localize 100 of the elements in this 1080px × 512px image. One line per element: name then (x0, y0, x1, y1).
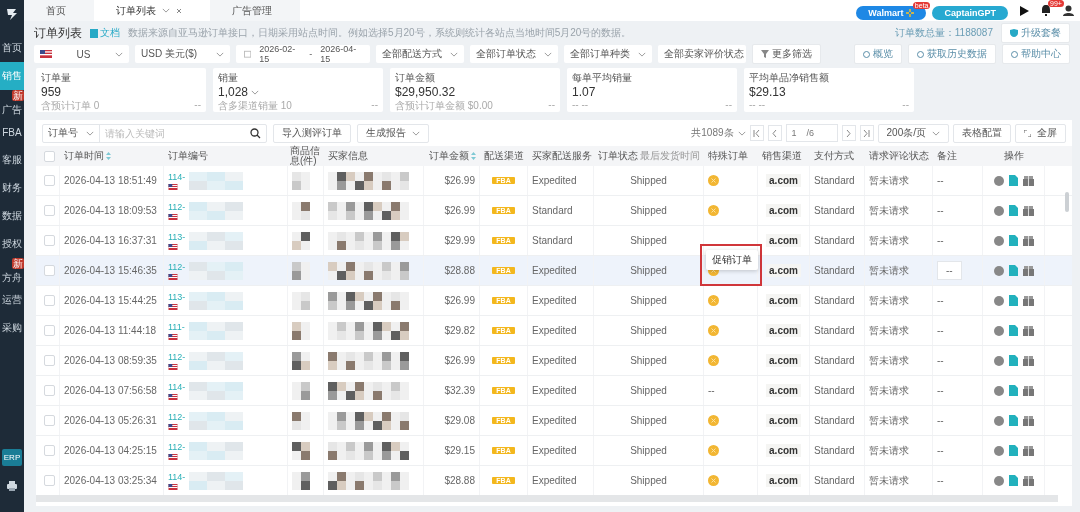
filter-select[interactable]: 全部订单状态 (470, 45, 558, 63)
sidebar-item[interactable]: 授权 (0, 230, 24, 258)
upgrade-button[interactable]: 升级套餐 (1001, 23, 1070, 43)
checkbox[interactable] (44, 175, 55, 186)
gift-icon[interactable] (1022, 385, 1034, 396)
page-field[interactable]: 1 /6 (785, 124, 838, 142)
document-icon[interactable] (1008, 445, 1018, 456)
document-icon[interactable] (1008, 265, 1018, 276)
gift-icon[interactable] (1022, 235, 1034, 246)
sidebar-item[interactable]: 首页 (0, 34, 24, 62)
checkbox[interactable] (44, 235, 55, 246)
close-icon[interactable] (176, 7, 182, 14)
sidebar-item[interactable]: FBA (0, 118, 24, 146)
filter-select[interactable]: 全部订单种类 (564, 45, 652, 63)
sales-channel-logo: a.com (766, 294, 801, 307)
gift-icon[interactable] (1022, 415, 1034, 426)
stat-label: 平均单品净销售额 (749, 71, 830, 85)
gift-icon[interactable] (1022, 355, 1034, 366)
checkbox[interactable] (44, 295, 55, 306)
report-button[interactable]: 生成报告 (357, 123, 429, 143)
document-icon[interactable] (1008, 175, 1018, 186)
sidebar-item[interactable]: 运营 (0, 286, 24, 314)
document-icon[interactable] (1008, 385, 1018, 396)
store-select[interactable]: US (34, 45, 129, 63)
sort-icon[interactable] (106, 152, 111, 160)
review-status: 暂未请求 (869, 293, 909, 308)
stat-note: -- -- (572, 99, 589, 110)
document-icon[interactable] (1008, 205, 1018, 216)
sort-icon[interactable] (471, 152, 476, 160)
checkbox[interactable] (44, 415, 55, 426)
sidebar-item[interactable]: 广告 (0, 101, 24, 118)
document-icon[interactable] (1008, 235, 1018, 246)
order-amount: $32.39 (444, 385, 475, 396)
checkbox[interactable] (44, 325, 55, 336)
new-badge: 新 (12, 258, 24, 269)
document-icon[interactable] (1008, 355, 1018, 366)
next-page-button[interactable] (841, 125, 856, 141)
last-page-button[interactable] (859, 125, 874, 141)
play-icon[interactable] (1020, 5, 1029, 16)
search-icon[interactable] (250, 127, 261, 139)
pixelated-block (292, 231, 310, 250)
gift-icon[interactable] (1022, 325, 1034, 336)
sidebar-item[interactable]: 财务 (0, 174, 24, 202)
gift-icon[interactable] (1022, 295, 1034, 306)
payment-method: Standard (814, 325, 855, 336)
sidebar-item[interactable]: 数据 (0, 202, 24, 230)
tab[interactable]: 首页 (24, 0, 94, 21)
sidebar-item[interactable]: 方舟 (0, 269, 24, 286)
stat-trend: -- (371, 99, 378, 112)
header-button[interactable]: 获取历史数据 (908, 44, 996, 64)
vertical-scrollbar[interactable] (1065, 192, 1069, 212)
tooltip: 促销订单 (706, 250, 758, 270)
document-icon[interactable] (1008, 295, 1018, 306)
gift-icon[interactable] (1022, 175, 1034, 186)
user-icon[interactable] (1063, 5, 1074, 16)
checkbox[interactable] (44, 445, 55, 456)
column-header: 特殊订单 (708, 149, 748, 163)
table-config-button[interactable]: 表格配置 (953, 123, 1011, 143)
stat-trend: -- (902, 99, 909, 110)
tab[interactable]: 广告管理 (210, 0, 300, 21)
gift-icon[interactable] (1022, 475, 1034, 486)
printer-icon[interactable] (6, 480, 18, 492)
checkbox[interactable] (44, 205, 55, 216)
checkbox[interactable] (44, 385, 55, 396)
prev-page-button[interactable] (767, 125, 782, 141)
filter-select[interactable]: 全部卖家评价状态 (658, 45, 746, 63)
remark-field[interactable]: -- (937, 261, 962, 280)
checkbox[interactable] (44, 355, 55, 366)
filter-select[interactable]: 全部配送方式 (376, 45, 464, 63)
circle-icon (863, 50, 870, 58)
more-filters-button[interactable]: 更多筛选 (752, 44, 821, 64)
checkbox[interactable] (44, 265, 55, 276)
first-page-button[interactable] (749, 125, 764, 141)
checkbox[interactable] (44, 475, 55, 486)
header-button[interactable]: 概览 (854, 44, 902, 64)
remark-text: -- (937, 205, 944, 216)
order-time: 2026-04-13 03:25:34 (64, 475, 157, 486)
order-amount: $29.08 (444, 415, 475, 426)
pixelated-block (292, 381, 310, 400)
horizontal-scrollbar[interactable] (36, 495, 1058, 502)
sidebar-item[interactable]: 客服 (0, 146, 24, 174)
gift-icon[interactable] (1022, 265, 1034, 276)
checkbox[interactable] (44, 150, 55, 162)
order-amount: $26.99 (444, 295, 475, 306)
bell-icon[interactable] (1041, 5, 1051, 16)
sidebar-item[interactable]: 采购 (0, 314, 24, 342)
document-icon[interactable] (1008, 415, 1018, 426)
gift-icon[interactable] (1022, 445, 1034, 456)
currency-select[interactable]: USD 美元($) (135, 45, 230, 63)
erp-button[interactable]: ERP (1, 449, 23, 466)
document-icon[interactable] (1008, 475, 1018, 486)
search-bar[interactable]: 订单号 请输入关键词 (42, 123, 267, 143)
payment-method: Standard (814, 295, 855, 306)
gift-icon[interactable] (1022, 205, 1034, 216)
header-button[interactable]: 帮助中心 (1002, 44, 1070, 64)
fullscreen-button[interactable]: 全屏 (1015, 123, 1066, 143)
page-size-select[interactable]: 200条/页 (877, 123, 949, 143)
import-button[interactable]: 导入测评订单 (273, 123, 351, 143)
spark-icon (906, 8, 915, 17)
document-icon[interactable] (1008, 325, 1018, 336)
